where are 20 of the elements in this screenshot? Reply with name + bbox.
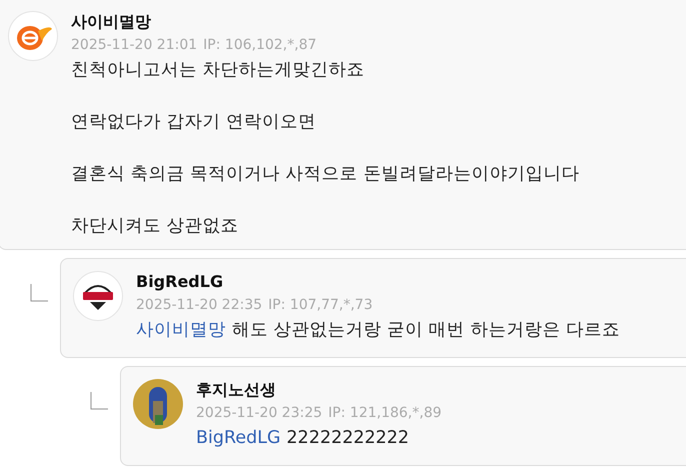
mention-link[interactable]: 사이비멸망 — [136, 320, 226, 340]
comment-text: 해도 상관없는거랑 굳이 매번 하는거랑은 다르죠 — [232, 320, 620, 340]
author-name[interactable]: 후지노선생 — [196, 379, 442, 401]
comment-date: 2025-11-20 22:35 — [136, 296, 262, 315]
comment-date: 2025-11-20 21:01 — [71, 36, 198, 55]
comment-text: 결혼식 축의금 목적이거나 사적으로 돈빌려달라는이야기입니다 — [71, 164, 580, 184]
comment-date: 2025-11-20 23:25 — [196, 404, 322, 423]
comment-text: 친척아니고서는 차단하는게맞긴하죠 — [71, 60, 365, 80]
comment-text: 22222222222 — [286, 428, 410, 448]
ip-address: IP: 121,186,*,89 — [328, 404, 442, 423]
mention-link[interactable]: BigRedLG — [196, 428, 281, 448]
avatar-photo-placeholder — [133, 379, 183, 429]
ip-address: IP: 106,102,*,87 — [203, 36, 317, 55]
comment-text: 연락없다가 갑자기 연락이오면 — [71, 112, 316, 132]
comment-text: 차단시켜도 상관없죠 — [71, 216, 239, 236]
team-logo-icon — [73, 271, 123, 321]
ip-address: IP: 107,77,*,73 — [268, 296, 373, 315]
avatar-logo-icon — [8, 11, 58, 61]
author-name[interactable]: 사이비멸망 — [71, 11, 580, 33]
author-name[interactable]: BigRedLG — [136, 271, 620, 293]
